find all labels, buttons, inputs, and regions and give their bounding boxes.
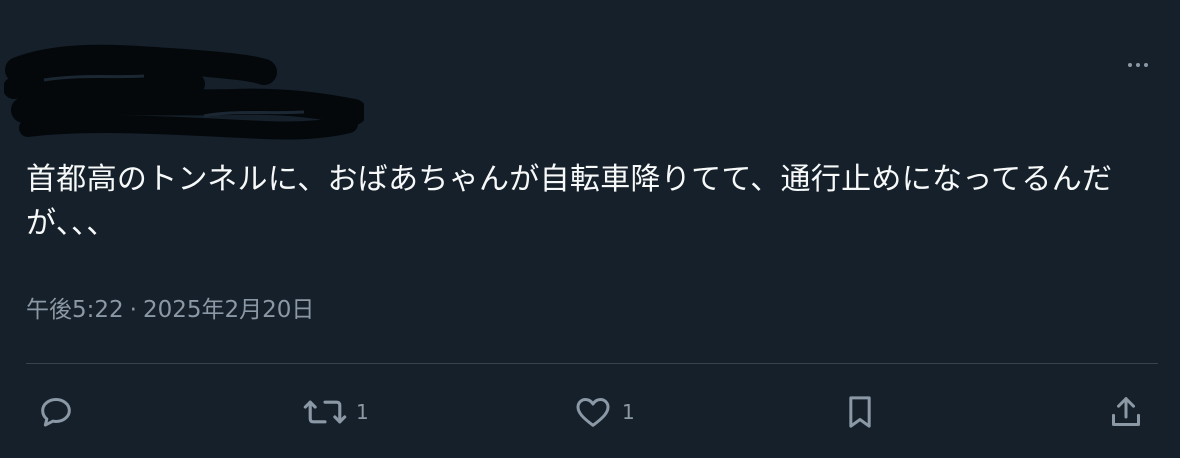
tweet-date: 2025年2月20日	[142, 297, 315, 323]
retweet-button[interactable]: 1	[302, 384, 369, 440]
more-icon-dot	[1144, 63, 1148, 67]
reply-icon	[41, 398, 71, 427]
tweet-actions: 1 1	[0, 384, 1180, 440]
meta-separator: ·	[129, 297, 137, 323]
divider	[26, 363, 1158, 364]
like-count: 1	[622, 400, 635, 424]
share-button[interactable]	[1106, 384, 1146, 440]
bookmark-button[interactable]	[840, 384, 880, 440]
retweet-icon	[303, 400, 347, 424]
tweet-time: 午後5:22	[26, 297, 124, 323]
share-icon	[1112, 397, 1140, 426]
more-options-button[interactable]	[1120, 52, 1156, 78]
like-button[interactable]: 1	[572, 384, 635, 440]
retweet-count: 1	[356, 400, 369, 424]
reply-button[interactable]	[36, 384, 76, 440]
more-icon-dot	[1136, 63, 1140, 67]
tweet-text: 首都高のトンネルに、おばあちゃんが自転車降りてて、通行止めになってるんだが、、、	[26, 162, 1113, 241]
tweet-timestamp[interactable]: 午後5:22 · 2025年2月20日	[26, 290, 314, 324]
heart-icon	[576, 398, 610, 427]
more-icon	[1128, 63, 1132, 67]
tweet-header	[0, 30, 1180, 140]
bookmark-icon	[849, 396, 871, 428]
redacted-author-info	[4, 44, 364, 140]
